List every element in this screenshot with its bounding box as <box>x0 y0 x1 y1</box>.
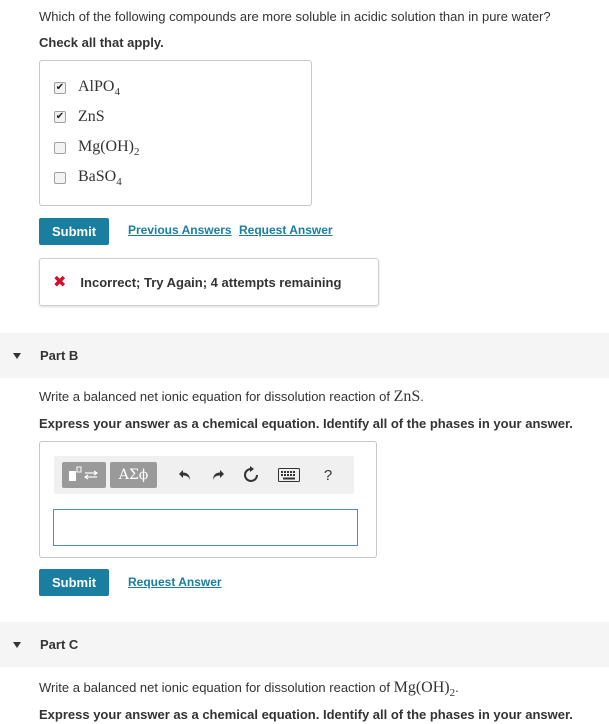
part-a-question: Which of the following compounds are mor… <box>39 9 551 24</box>
editor-toolbar: ΑΣϕ ? <box>54 456 354 494</box>
part-b-compound: ZnS <box>393 388 421 405</box>
choice-zns[interactable]: ✔ ZnS <box>54 106 105 128</box>
checkbox-baso4[interactable] <box>54 172 66 184</box>
part-b-submit-button[interactable]: Submit <box>39 569 109 596</box>
part-c-instruction: Express your answer as a chemical equati… <box>39 707 573 722</box>
choice-label: Mg(OH)2 <box>78 137 140 159</box>
check-icon: ✔ <box>55 82 65 93</box>
greek-symbols-button[interactable]: ΑΣϕ <box>110 462 157 488</box>
feedback-box: ✖ Incorrect; Try Again; 4 attempts remai… <box>39 258 379 306</box>
reset-icon[interactable] <box>240 464 262 486</box>
feedback-text: Incorrect; Try Again; 4 attempts remaini… <box>80 274 342 290</box>
templates-icon <box>69 466 99 481</box>
part-b-instruction: Express your answer as a chemical equati… <box>39 416 573 431</box>
part-c-title: Part C <box>40 637 79 652</box>
choice-label: BaSO4 <box>78 167 122 189</box>
choice-baso4[interactable]: BaSO4 <box>54 167 122 189</box>
part-a-request-answer-link[interactable]: Request Answer <box>239 223 333 237</box>
x-mark-icon: ✖ <box>53 274 67 291</box>
part-a-submit-button[interactable]: Submit <box>39 218 109 245</box>
checkbox-alpo4[interactable]: ✔ <box>54 82 66 94</box>
answer-input[interactable] <box>53 509 358 546</box>
part-c-question: Write a balanced net ionic equation for … <box>39 679 459 700</box>
checkbox-mgoh2[interactable] <box>54 142 66 154</box>
choice-alpo4[interactable]: ✔ AlPO4 <box>54 77 120 99</box>
answer-editor: ΑΣϕ ? <box>39 441 377 558</box>
part-b-header[interactable]: Part B <box>0 333 609 378</box>
part-c-header[interactable]: Part C <box>0 622 609 667</box>
help-button[interactable]: ? <box>317 464 339 486</box>
collapse-triangle-icon[interactable] <box>13 352 21 359</box>
redo-icon[interactable] <box>207 464 229 486</box>
part-b-question: Write a balanced net ionic equation for … <box>39 388 424 405</box>
checkbox-zns[interactable]: ✔ <box>54 111 66 123</box>
part-a-instruction: Check all that apply. <box>39 35 164 50</box>
undo-icon[interactable] <box>174 464 196 486</box>
choices-box: ✔ AlPO4 ✔ ZnS Mg(OH)2 BaSO4 <box>39 60 312 206</box>
choice-label: AlPO4 <box>78 77 120 99</box>
part-c-compound: Mg(OH)2 <box>393 679 456 700</box>
collapse-triangle-icon[interactable] <box>13 641 21 648</box>
templates-button[interactable] <box>62 462 106 488</box>
keyboard-icon[interactable] <box>276 464 302 486</box>
choice-label: ZnS <box>78 108 105 125</box>
part-b-title: Part B <box>40 348 79 363</box>
part-b-request-answer-link[interactable]: Request Answer <box>128 575 222 589</box>
check-icon: ✔ <box>55 111 65 122</box>
previous-answers-link[interactable]: Previous Answers <box>128 223 232 237</box>
choice-mgoh2[interactable]: Mg(OH)2 <box>54 137 140 159</box>
